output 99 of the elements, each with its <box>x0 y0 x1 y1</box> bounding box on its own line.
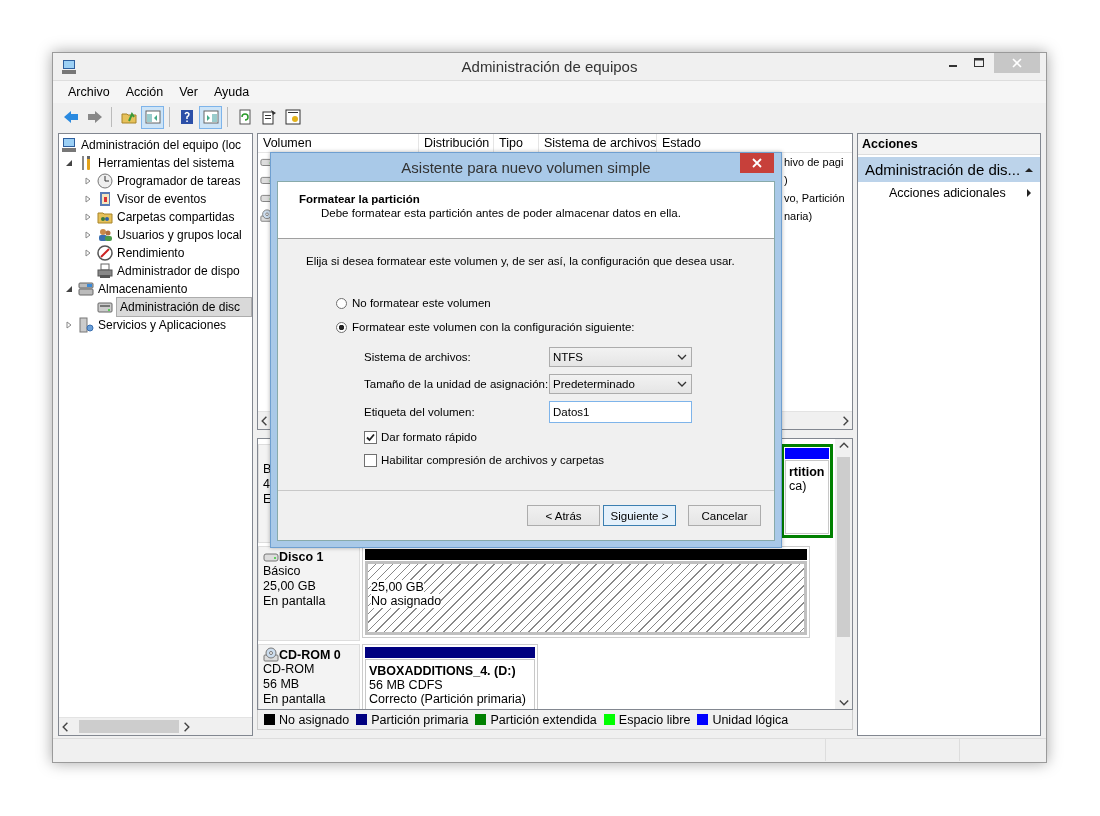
expander-icon[interactable] <box>65 285 73 293</box>
dialog-button[interactable]: Cancelar <box>688 505 761 526</box>
disk-detail: 56 MB <box>263 677 301 692</box>
partition-name: rtition <box>789 465 825 479</box>
disk-info-panel[interactable]: CD-ROM 0 CD-ROM 56 MB En pantalla <box>258 644 360 709</box>
printer-icon <box>97 263 113 279</box>
computer-icon <box>61 137 77 153</box>
tree-item[interactable]: Programador de tareas <box>116 174 242 188</box>
tree-item[interactable]: Servicios y Aplicaciones <box>97 318 228 332</box>
scrollbar[interactable] <box>59 717 252 735</box>
gauge-icon <box>97 245 113 261</box>
page-heading: Formatear la partición <box>299 193 421 205</box>
actions-title: Acciones <box>858 134 1040 155</box>
dropdown[interactable]: Predeterminado <box>549 374 692 395</box>
disk-detail: En pantalla <box>263 692 327 707</box>
partition-block[interactable]: rtition ca) <box>781 444 833 538</box>
tree-item[interactable]: Carpetas compartidas <box>116 210 236 224</box>
legend-label: Partición primaria <box>371 712 469 727</box>
checkbox[interactable] <box>364 430 377 444</box>
computer-icon <box>61 58 77 75</box>
table-cell: ) <box>784 174 788 186</box>
expander-icon[interactable] <box>65 159 73 167</box>
close-icon[interactable] <box>740 153 774 173</box>
export-icon <box>284 109 301 125</box>
cd-drive-icon <box>263 646 279 663</box>
menu-item[interactable]: Ver <box>171 83 206 101</box>
field-label: Tamaño de la unidad de asignación: <box>364 378 549 391</box>
server-icon <box>78 281 94 297</box>
checkbox[interactable] <box>364 453 377 467</box>
table-cell: hivo de pagi <box>784 156 844 168</box>
partition-bar <box>785 448 829 459</box>
disk-detail: 4 <box>263 477 271 492</box>
partition-size: 56 MB CDFS <box>369 678 444 692</box>
tree-item[interactable]: Almacenamiento <box>97 282 189 296</box>
notebook-icon <box>97 191 113 207</box>
clock-icon <box>97 173 113 189</box>
panel-icon <box>144 109 161 125</box>
submenu-arrow-icon <box>1024 188 1034 198</box>
radio-label[interactable]: Formatear este volumen con la configuración siguiente: <box>352 321 635 333</box>
field-label: Sistema de archivos: <box>364 350 472 363</box>
action-item[interactable]: Acciones adicionales <box>858 182 1040 200</box>
partition-status: No asignado <box>371 594 442 608</box>
disk-detail: Básico <box>263 564 302 579</box>
menu-item[interactable]: Archivo <box>60 83 118 101</box>
partition-name: VBOXADDITIONS_4. (D:) <box>369 664 517 678</box>
scrollbar[interactable] <box>835 439 852 709</box>
tree-item[interactable]: Rendimiento <box>116 246 186 260</box>
forward-arrow-icon <box>86 109 103 125</box>
legend-label: Unidad lógica <box>712 712 789 727</box>
input-field[interactable]: Datos1 <box>549 400 692 423</box>
radio-label[interactable]: No formatear este volumen <box>352 297 491 309</box>
dropdown[interactable]: NTFS <box>549 346 692 367</box>
disk-detail: B <box>263 462 273 477</box>
dialog-title: Asistente para nuevo volumen simple <box>401 158 651 176</box>
checkbox-label[interactable]: Dar formato rápido <box>381 431 477 443</box>
partition-status: Correcto (Partición primaria) <box>369 692 527 706</box>
tree-item[interactable]: Usuarios y grupos local <box>116 228 243 242</box>
disk-info-panel[interactable]: Disco 1 Básico 25,00 GB En pantalla <box>258 546 360 641</box>
menu-item[interactable]: Acción <box>117 83 172 101</box>
server-gear-icon <box>78 317 94 333</box>
tree-item[interactable]: Herramientas del sistema <box>97 156 236 170</box>
dialog-button[interactable]: < Atrás <box>527 505 600 526</box>
disk-name: CD-ROM 0 <box>279 647 341 662</box>
properties-icon <box>260 109 277 125</box>
tree-item[interactable]: Visor de eventos <box>116 192 208 206</box>
instruction-text: Elija si desea formatear este volumen y, de ser así, la configuración que desea usar. <box>306 255 736 267</box>
menu-item[interactable]: Ayuda <box>206 83 258 101</box>
drive-icon <box>97 299 113 315</box>
legend-label: Partición extendida <box>490 712 597 727</box>
tree-item[interactable]: Administración de disc <box>116 297 252 317</box>
table-cell: naria) <box>784 210 813 222</box>
panel-icon <box>202 109 219 125</box>
actions-section[interactable]: Administración de dis... <box>858 157 1040 182</box>
window-title: Administración de equipos <box>461 58 638 75</box>
users-icon <box>97 227 113 243</box>
partition-status: ca) <box>789 479 808 493</box>
column-header[interactable]: Estado <box>657 134 852 152</box>
refresh-icon <box>236 109 253 125</box>
checkbox-label[interactable]: Habilitar compresión de archivos y carpetas <box>381 454 605 466</box>
radio-button[interactable] <box>336 321 347 333</box>
folder-icon <box>97 209 113 225</box>
disk-detail: 25,00 GB <box>263 579 317 594</box>
help-icon <box>178 109 195 125</box>
table-cell: vo, Partición <box>784 192 845 204</box>
legend-label: No asignado <box>279 712 350 727</box>
dialog-button[interactable]: Siguiente > <box>603 505 676 526</box>
disk-detail: CD-ROM <box>263 662 316 677</box>
back-arrow-icon <box>62 109 79 125</box>
radio-button[interactable] <box>336 297 347 309</box>
disk-detail: En pantalla <box>263 594 327 609</box>
partition-block[interactable]: VBOXADDITIONS_4. (D:) 56 MB CDFS Correcto (Partición primaria) <box>362 644 538 709</box>
legend-label: Espacio libre <box>618 712 691 727</box>
page-description: Debe formatear esta partición antes de poder almacenar datos en ella. <box>320 207 682 219</box>
tree-item[interactable]: Administrador de dispo <box>116 264 241 278</box>
partition-size: 25,00 GB <box>371 580 424 594</box>
field-label: Etiqueta del volumen: <box>364 405 476 418</box>
tree-item[interactable]: Administración del equipo (loc <box>80 138 243 152</box>
disk-name: Disco 1 <box>279 549 324 564</box>
partition-block[interactable]: 25,00 GB No asignado <box>362 546 810 638</box>
